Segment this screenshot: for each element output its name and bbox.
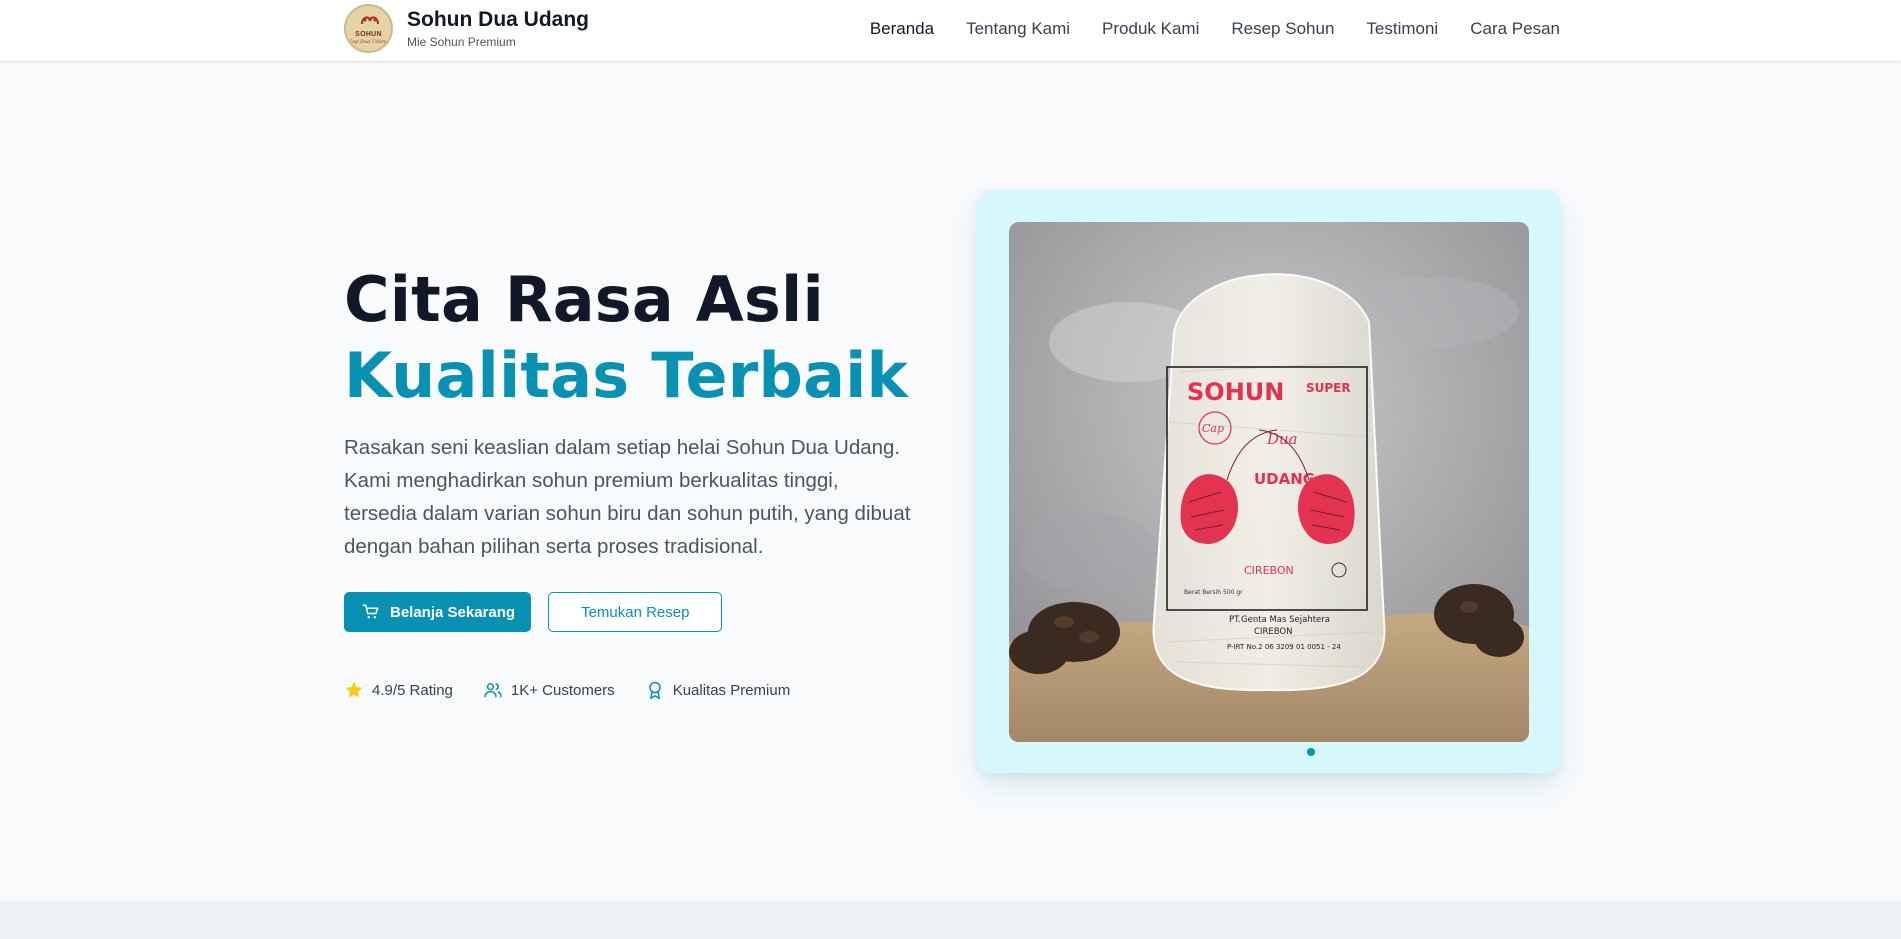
star-icon <box>345 681 363 698</box>
svg-text:SUPER: SUPER <box>1306 381 1351 395</box>
svg-text:PT.Genta Mas Sejahtera: PT.Genta Mas Sejahtera <box>1229 615 1330 625</box>
svg-text:Berat Bersih 500 gr: Berat Bersih 500 gr <box>1184 589 1243 596</box>
product-photo: SOHUN SUPER Cap Dua UDANG CIREBON Berat … <box>1009 222 1529 742</box>
hero-buttons: Belanja Sekarang Temukan Resep <box>344 592 723 632</box>
carousel-dot-active[interactable] <box>1306 748 1315 756</box>
logo-subtext: Cap Dua Udang <box>348 39 389 45</box>
nav-item-beranda[interactable]: Beranda <box>870 18 934 40</box>
carousel-dot[interactable] <box>1222 748 1231 756</box>
shop-now-label: Belanja Sekarang <box>390 603 516 621</box>
hero-description: Rasakan seni keaslian dalam setiap helai… <box>344 436 911 558</box>
hero-stats: 4.9/5 Rating 1K+ Customers Kualitas Prem… <box>344 680 790 700</box>
nav-item-tentang-kami[interactable]: Tentang Kami <box>966 18 1070 40</box>
stat-quality-label: Kualitas Premium <box>672 681 791 699</box>
svg-text:Cap: Cap <box>1202 422 1224 435</box>
carousel-dot[interactable] <box>1264 748 1273 756</box>
svg-text:P-IRT No.2 06 3209 01 0051 - 2: P-IRT No.2 06 3209 01 0051 - 24 <box>1227 643 1341 651</box>
users-icon <box>484 683 502 698</box>
stat-customers-label: 1K+ Customers <box>510 681 615 699</box>
brand-tagline: Mie Sohun Premium <box>407 35 516 49</box>
find-recipe-button[interactable]: Temukan Resep <box>548 592 723 632</box>
svg-text:CIREBON: CIREBON <box>1244 564 1294 577</box>
nav-item-resep-sohun[interactable]: Resep Sohun <box>1231 18 1334 40</box>
shrimp-logo-icon <box>360 16 380 25</box>
stat-rating: 4.9/5 Rating <box>344 680 453 700</box>
carousel-dot[interactable] <box>1278 748 1287 756</box>
brand-text: Sohun Dua Udang Mie Sohun Premium <box>407 7 589 50</box>
stat-customers: 1K+ Customers <box>483 680 615 700</box>
carousel-indicators <box>977 748 1560 756</box>
logo-text: SOHUN <box>355 31 382 38</box>
hero-title-line1: Cita Rasa Asli <box>344 263 824 336</box>
brand-logo[interactable]: SOHUN Cap Dua Udang <box>344 4 393 53</box>
brand[interactable]: SOHUN Cap Dua Udang Sohun Dua Udang Mie … <box>344 4 589 53</box>
site-header: SOHUN Cap Dua Udang Sohun Dua Udang Mie … <box>0 0 1901 62</box>
cart-icon <box>362 604 379 619</box>
stat-quality: Kualitas Premium <box>645 680 791 700</box>
shop-now-button[interactable]: Belanja Sekarang <box>344 592 532 632</box>
hero-image-card: SOHUN SUPER Cap Dua UDANG CIREBON Berat … <box>977 190 1560 773</box>
main-nav: Beranda Tentang Kami Produk Kami Resep S… <box>870 18 1560 40</box>
product-package-image: SOHUN SUPER Cap Dua UDANG CIREBON Berat … <box>1009 222 1529 742</box>
carousel-dot[interactable] <box>1250 748 1259 756</box>
hero-title-line2: Kualitas Terbaik <box>344 339 908 412</box>
nav-item-testimoni[interactable]: Testimoni <box>1366 18 1438 40</box>
brand-name[interactable]: Sohun Dua Udang <box>407 7 589 33</box>
nav-item-produk-kami[interactable]: Produk Kami <box>1102 18 1199 40</box>
next-section-edge <box>0 901 1901 939</box>
svg-text:CIREBON: CIREBON <box>1254 627 1292 637</box>
nav-item-cara-pesan[interactable]: Cara Pesan <box>1470 18 1560 40</box>
award-icon <box>648 681 661 700</box>
stat-rating-label: 4.9/5 Rating <box>372 681 453 699</box>
carousel-dot[interactable] <box>1292 748 1301 756</box>
hero-title: Cita Rasa Asli Kualitas Terbaik <box>344 262 908 414</box>
svg-text:SOHUN: SOHUN <box>1187 378 1284 406</box>
carousel-dot[interactable] <box>1236 748 1245 756</box>
